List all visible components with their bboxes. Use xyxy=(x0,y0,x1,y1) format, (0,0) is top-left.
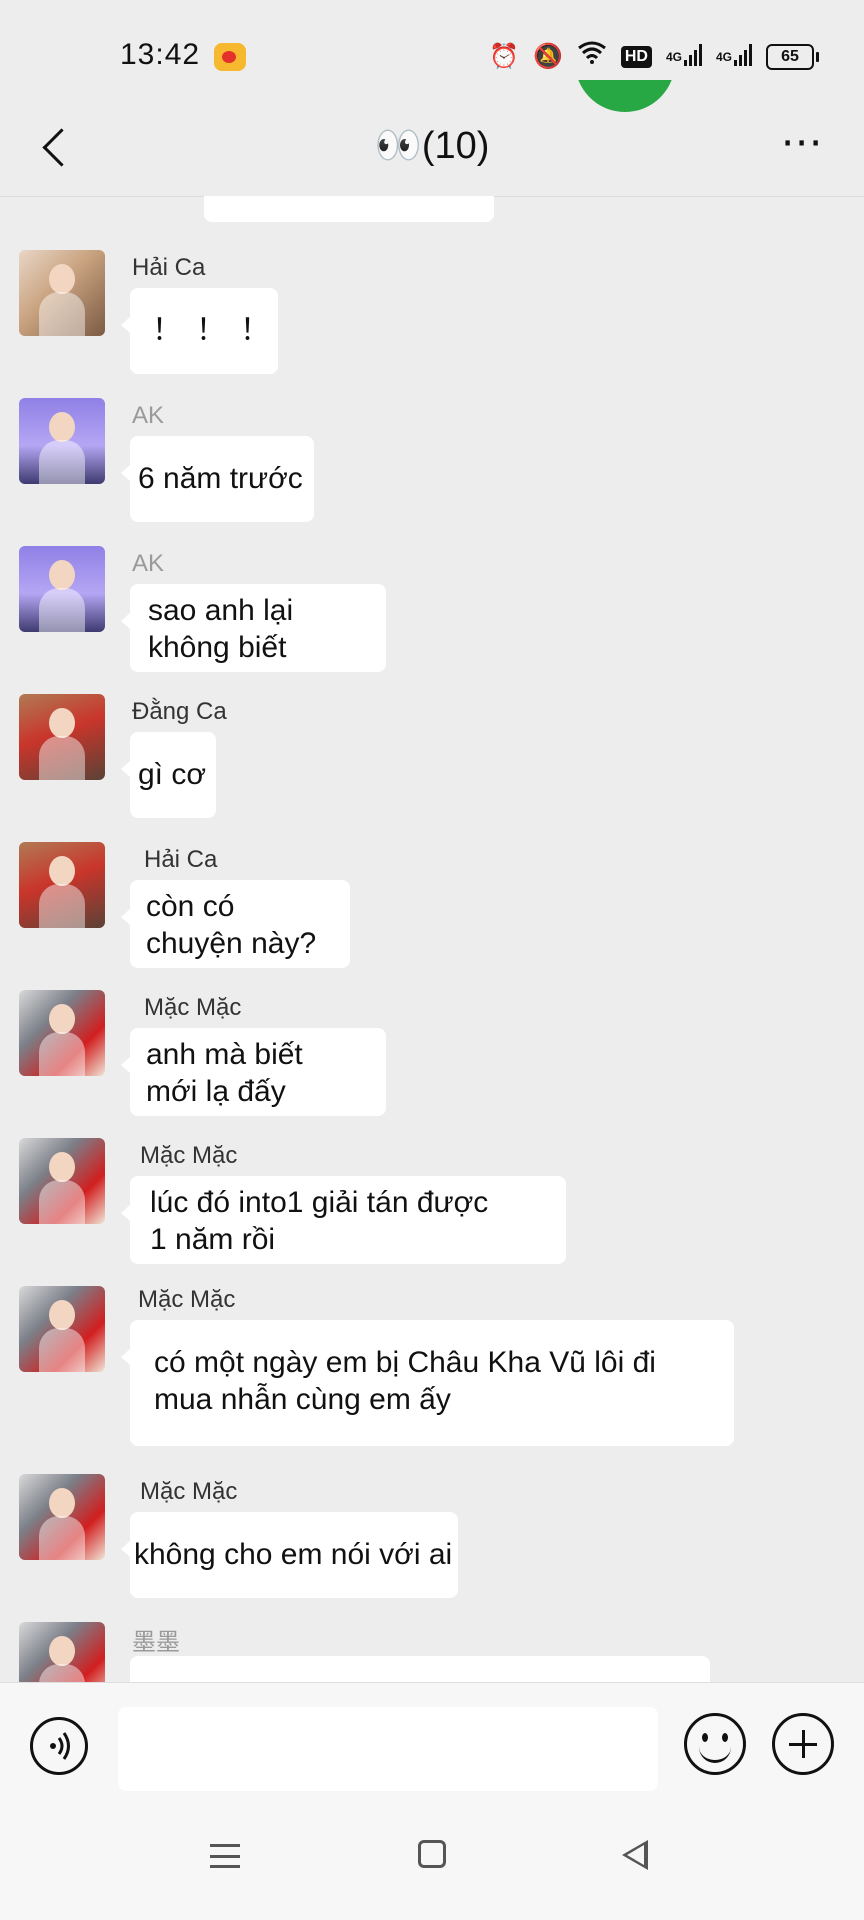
sender-name: Mặc Mặc xyxy=(138,1286,236,1313)
sender-name: Mặc Mặc xyxy=(144,994,242,1021)
network-type: 4G xyxy=(665,50,682,64)
chat-header: 👀(10) ⋯ xyxy=(0,100,864,197)
message-bubble[interactable]: 6 năm trước xyxy=(121,436,314,522)
message-bubble[interactable]: còn có chuyện này? xyxy=(121,880,350,968)
sender-name: AK xyxy=(132,402,165,429)
sender-name: Mặc Mặc xyxy=(140,1478,238,1505)
message-bubble[interactable]: sao anh lại không biết xyxy=(121,584,386,672)
message-bubble[interactable] xyxy=(130,1656,710,1682)
mute-bell-icon: 🔕 xyxy=(532,43,563,70)
network-type: 4G xyxy=(715,50,732,64)
voice-icon[interactable] xyxy=(30,1717,88,1775)
message-bubble[interactable]: không cho em nói với ai xyxy=(121,1512,458,1598)
wifi-icon xyxy=(577,40,607,74)
avatar[interactable] xyxy=(19,250,105,336)
sender-name: Hải Ca xyxy=(144,846,218,873)
alarm-icon: ⏰ xyxy=(489,43,519,70)
signal-icon: 4G xyxy=(715,44,752,66)
avatar[interactable] xyxy=(19,1138,105,1224)
message-bubble[interactable]: ！！！ xyxy=(121,288,278,374)
avatar[interactable] xyxy=(19,990,105,1076)
message-bubble[interactable]: lúc đó into1 giải tán được 1 năm rồi xyxy=(121,1176,566,1264)
emoji-icon[interactable] xyxy=(684,1713,746,1775)
chat-title: 👀(10) xyxy=(374,125,490,167)
battery-icon: 65 xyxy=(766,44,819,70)
avatar[interactable] xyxy=(19,842,105,928)
message-bubble-partial xyxy=(204,196,494,222)
home-icon[interactable] xyxy=(418,1840,446,1868)
avatar[interactable] xyxy=(19,1622,105,1682)
message-bubble[interactable]: anh mà biết mới lạ đấy xyxy=(121,1028,386,1116)
more-options-button[interactable]: ⋯ xyxy=(774,121,830,172)
system-navigation xyxy=(0,1800,864,1920)
signal-icon: 4G xyxy=(665,44,702,66)
message-bubble[interactable]: gì cơ xyxy=(121,732,216,818)
hd-badge: HD xyxy=(620,46,652,68)
sender-name: Mặc Mặc xyxy=(140,1142,238,1169)
weibo-icon xyxy=(214,43,246,71)
sender-name: AK xyxy=(132,550,165,577)
plus-icon[interactable] xyxy=(772,1713,834,1775)
avatar[interactable] xyxy=(19,1474,105,1560)
message-bubble[interactable]: có một ngày em bị Châu Kha Vũ lôi đi mua… xyxy=(121,1320,734,1446)
avatar[interactable] xyxy=(19,546,105,632)
avatar[interactable] xyxy=(19,1286,105,1372)
back-triangle-icon[interactable] xyxy=(622,1840,648,1870)
sender-name: Đằng Ca xyxy=(132,698,227,725)
input-bar xyxy=(0,1682,864,1801)
sender-name: Hải Ca xyxy=(132,254,206,281)
status-time: 13:42 xyxy=(120,38,201,71)
status-bar: 13:42 ⏰ 🔕 HD 4G 4G 65 xyxy=(0,0,864,100)
message-input[interactable] xyxy=(118,1707,658,1791)
sender-name: 墨墨 xyxy=(132,1629,180,1656)
message-list[interactable]: Hải Ca ！！！ AK 6 năm trước AK sao anh lại… xyxy=(0,196,864,1682)
avatar[interactable] xyxy=(19,694,105,780)
avatar[interactable] xyxy=(19,398,105,484)
menu-icon[interactable] xyxy=(210,1844,240,1868)
system-icons: ⏰ 🔕 HD 4G 4G 65 xyxy=(489,40,819,74)
